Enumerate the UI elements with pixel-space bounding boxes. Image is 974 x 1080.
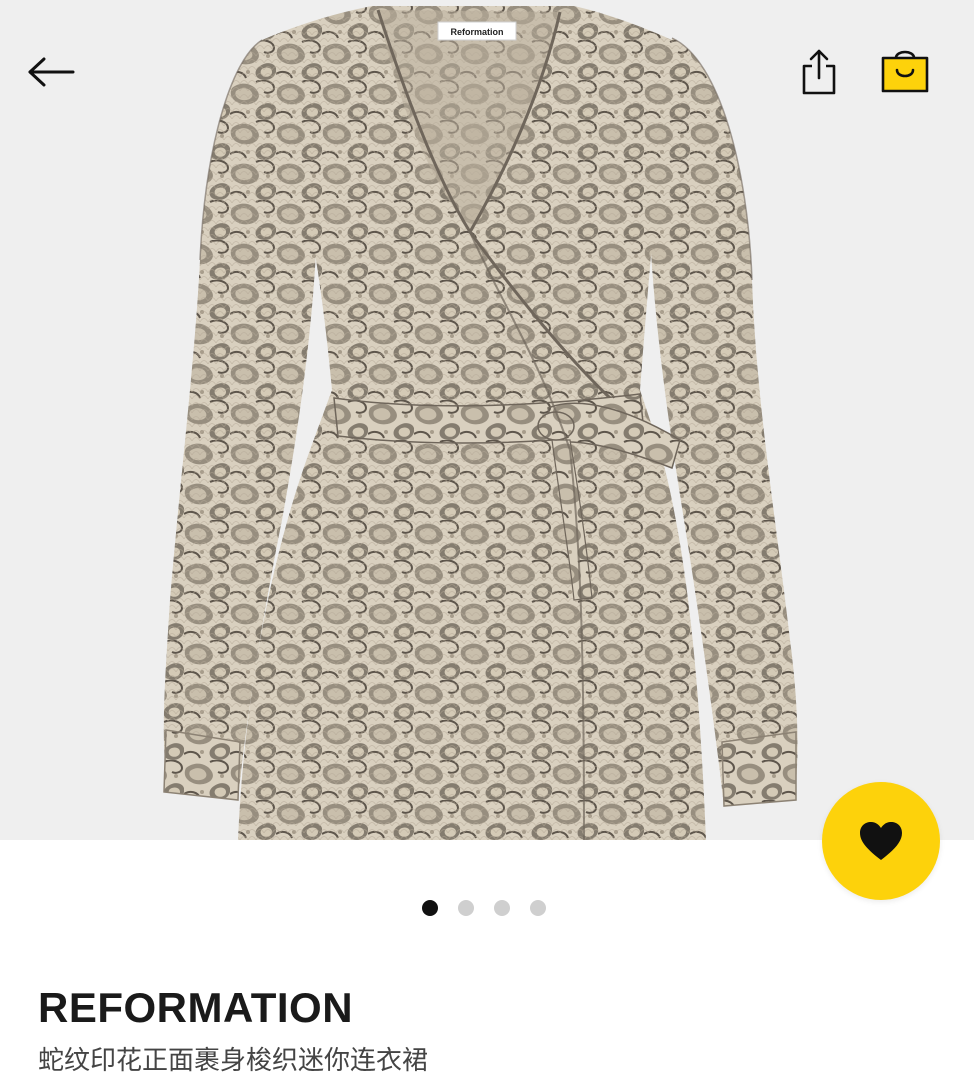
favorite-button[interactable] (822, 782, 940, 900)
heart-icon (860, 822, 902, 860)
share-button[interactable] (792, 44, 846, 100)
pager-dot-4[interactable] (530, 900, 546, 916)
garment-label-text: Reformation (450, 27, 503, 37)
product-image[interactable]: Reformation (0, 0, 974, 840)
share-icon (802, 49, 836, 95)
product-title: 蛇纹印花正面裹身梭织迷你连衣裙 (38, 1046, 429, 1076)
pager-dot-1[interactable] (422, 900, 438, 916)
arrow-left-icon (28, 57, 75, 87)
back-button[interactable] (18, 46, 84, 98)
dress-illustration: Reformation (163, 6, 798, 840)
pager-dot-2[interactable] (458, 900, 474, 916)
product-detail-page: Reformation REFORMATION 蛇纹印花正面裹身梭织迷你连衣裙 (0, 0, 974, 1080)
image-pager (422, 900, 546, 916)
shopping-bag-icon (881, 50, 929, 93)
pager-dot-3[interactable] (494, 900, 510, 916)
brand-name[interactable]: REFORMATION (38, 984, 353, 1032)
shopping-bag-button[interactable] (874, 42, 936, 98)
